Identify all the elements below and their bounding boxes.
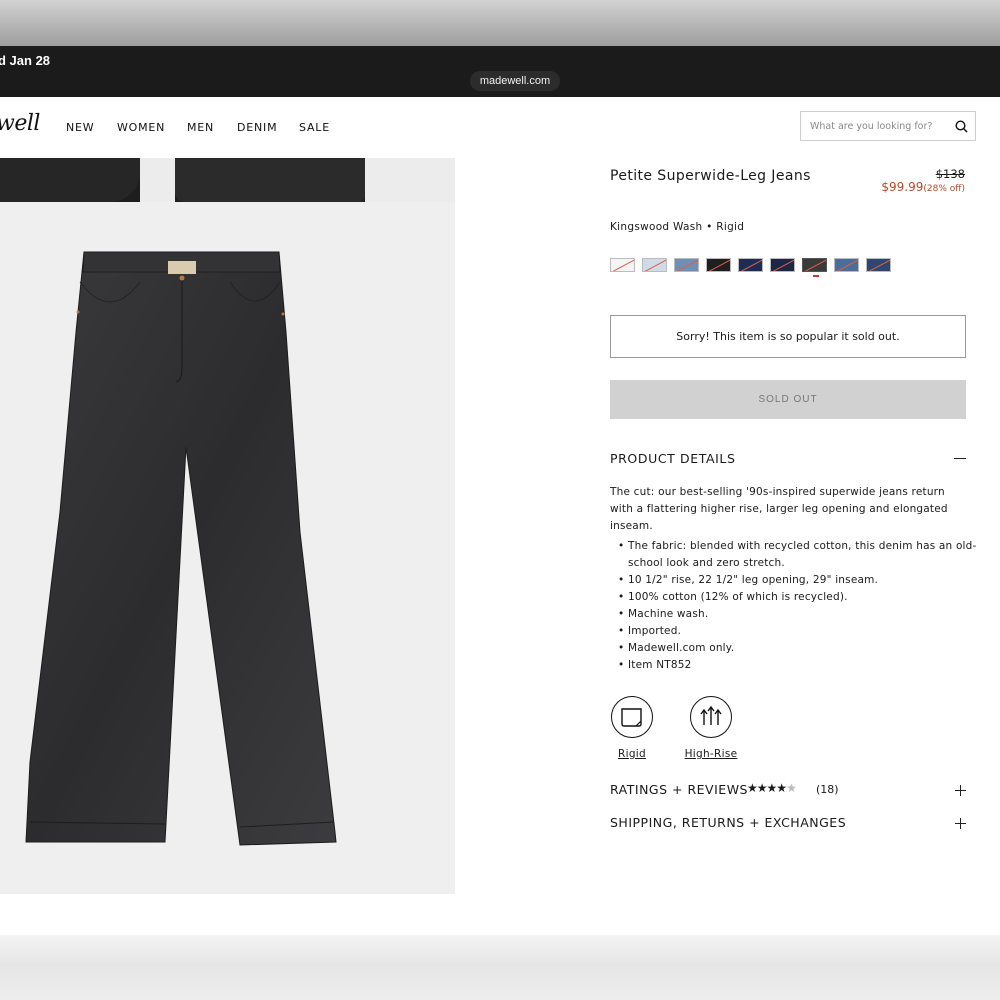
detail-item: 10 1/2" rise, 22 1/2" leg opening, 29" i… xyxy=(618,572,988,589)
swatch-9[interactable] xyxy=(866,258,891,272)
status-date: d Jan 28 xyxy=(0,53,51,68)
collapse-icon[interactable] xyxy=(954,458,966,459)
ratings-reviews-heading[interactable]: RATINGS + REVIEWS xyxy=(610,782,748,797)
jeans-image xyxy=(25,251,337,846)
feature-high-rise-label[interactable]: High-Rise xyxy=(682,748,740,760)
expand-ratings-icon[interactable] xyxy=(955,785,966,796)
rigid-fabric-icon xyxy=(611,696,653,738)
shipping-returns-heading[interactable]: SHIPPING, RETURNS + EXCHANGES xyxy=(610,815,846,830)
site-logo[interactable]: well xyxy=(0,111,40,136)
discount-label: (28% off) xyxy=(923,184,965,194)
product-description: The cut: our best-selling '90s-inspired … xyxy=(610,486,948,532)
search-icon[interactable] xyxy=(955,120,968,133)
product-image[interactable] xyxy=(0,202,455,894)
sold-out-notice: Sorry! This item is so popular it sold o… xyxy=(610,315,966,358)
star-icon: ★ xyxy=(747,781,758,795)
product-title: Petite Superwide-Leg Jeans xyxy=(610,168,811,184)
selected-swatch-indicator xyxy=(813,275,819,277)
nav-denim[interactable]: DENIM xyxy=(237,121,277,134)
sale-price: $99.99(28% off) xyxy=(881,180,965,194)
swatch-4[interactable] xyxy=(706,258,731,272)
detail-item: The fabric: blended with recycled cotton… xyxy=(618,538,988,572)
details-list: The fabric: blended with recycled cotton… xyxy=(610,538,988,674)
detail-item: Item NT852 xyxy=(618,657,988,674)
original-price: $138 xyxy=(935,167,965,181)
window-background xyxy=(0,0,1000,46)
product-page: well NEW WOMEN MEN DENIM SALE What are y… xyxy=(0,97,1000,935)
product-details-heading[interactable]: PRODUCT DETAILS xyxy=(610,451,736,466)
nav-new[interactable]: NEW xyxy=(66,121,94,134)
star-icon: ★ xyxy=(776,781,787,795)
swatch-6[interactable] xyxy=(770,258,795,272)
swatch-8[interactable] xyxy=(834,258,859,272)
color-label: Kingswood Wash • Rigid xyxy=(610,221,745,233)
swatch-1[interactable] xyxy=(610,258,635,272)
nav-sale[interactable]: SALE xyxy=(299,121,330,134)
detail-item: Imported. xyxy=(618,623,988,640)
rating-stars[interactable]: ★★★★★ xyxy=(747,781,797,795)
feature-high-rise[interactable]: High-Rise xyxy=(682,696,740,760)
review-count[interactable]: (18) xyxy=(816,783,839,796)
swatch-3[interactable] xyxy=(674,258,699,272)
swatch-2[interactable] xyxy=(642,258,667,272)
star-empty-icon: ★ xyxy=(786,781,797,795)
search-placeholder[interactable]: What are you looking for? xyxy=(810,121,932,132)
search-box[interactable]: What are you looking for? xyxy=(800,111,976,141)
nav-men[interactable]: MEN xyxy=(187,121,214,134)
bottom-area xyxy=(0,935,1000,1000)
detail-item: Machine wash. xyxy=(618,606,988,623)
sold-out-button[interactable]: SOLD OUT xyxy=(610,380,966,419)
nav-women[interactable]: WOMEN xyxy=(117,121,165,134)
expand-shipping-icon[interactable] xyxy=(955,818,966,829)
detail-item: 100% cotton (12% of which is recycled). xyxy=(618,589,988,606)
detail-item: Madewell.com only. xyxy=(618,640,988,657)
star-icon: ★ xyxy=(766,781,778,795)
swatch-5[interactable] xyxy=(738,258,763,272)
feature-rigid[interactable]: Rigid xyxy=(611,696,653,760)
swatch-7-selected[interactable] xyxy=(802,258,827,272)
url-bar[interactable]: madewell.com xyxy=(470,71,560,91)
product-thumbnail-top[interactable] xyxy=(0,158,455,202)
sale-price-value: $99.99 xyxy=(881,180,924,194)
star-icon: ★ xyxy=(756,781,768,795)
feature-rigid-label[interactable]: Rigid xyxy=(611,748,653,760)
high-rise-icon xyxy=(690,696,732,738)
